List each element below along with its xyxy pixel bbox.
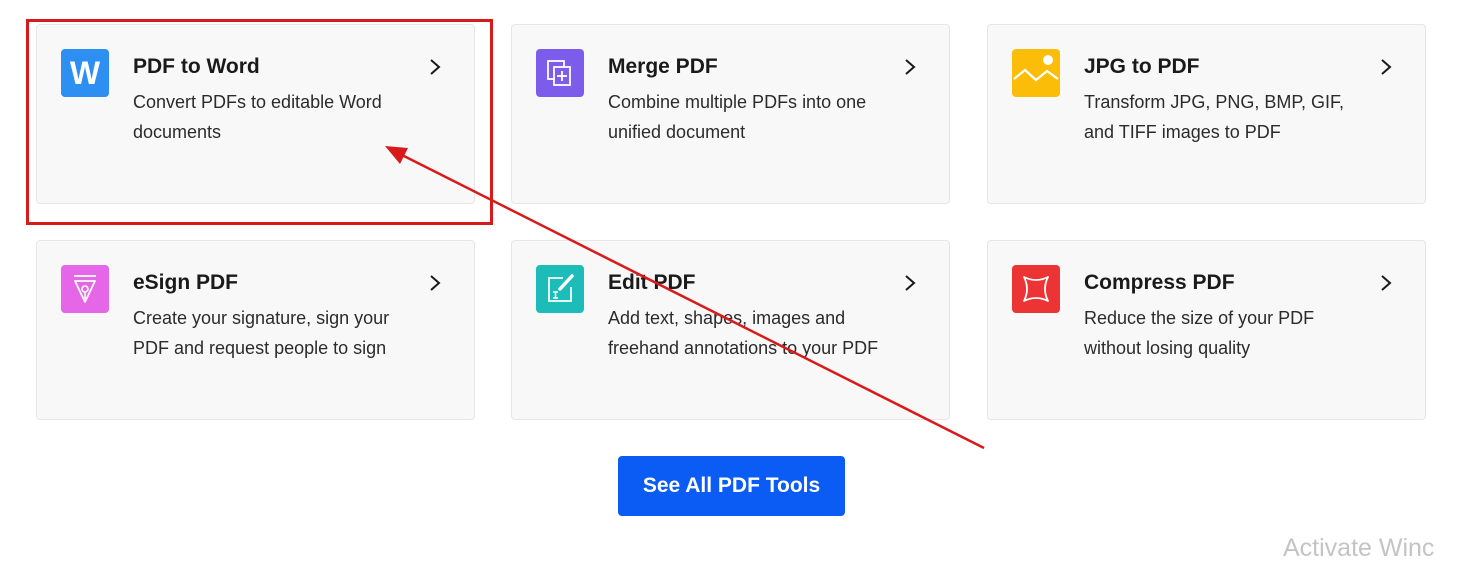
tool-card-esign-pdf[interactable]: eSign PDF Create your signature, sign yo… bbox=[36, 240, 475, 420]
tool-title: eSign PDF bbox=[133, 271, 239, 294]
tool-title: JPG to PDF bbox=[1084, 55, 1200, 78]
compress-icon bbox=[1012, 265, 1060, 313]
see-all-pdf-tools-button[interactable]: See All PDF Tools bbox=[618, 456, 845, 516]
tool-title: Edit PDF bbox=[608, 271, 696, 294]
tool-description: Create your signature, sign your PDF and… bbox=[133, 308, 390, 358]
tool-title: PDF to Word bbox=[133, 55, 260, 78]
image-icon bbox=[1012, 49, 1060, 97]
tool-description: Convert PDFs to editable Word documents bbox=[133, 92, 382, 142]
chevron-right-icon bbox=[905, 59, 916, 75]
merge-icon bbox=[536, 49, 584, 97]
tool-description: Transform JPG, PNG, BMP, GIF, and TIFF i… bbox=[1084, 92, 1345, 142]
chevron-right-icon bbox=[1381, 59, 1392, 75]
chevron-right-icon bbox=[905, 275, 916, 291]
tool-title: Merge PDF bbox=[608, 55, 718, 78]
edit-icon bbox=[536, 265, 584, 313]
tool-card-merge-pdf[interactable]: Merge PDF Combine multiple PDFs into one… bbox=[511, 24, 950, 204]
tool-title: Compress PDF bbox=[1084, 271, 1235, 294]
tool-card-pdf-to-word[interactable]: W PDF to Word Convert PDFs to editable W… bbox=[36, 24, 475, 204]
activate-windows-watermark: Activate Winc bbox=[1283, 534, 1435, 562]
chevron-right-icon bbox=[430, 275, 441, 291]
chevron-right-icon bbox=[430, 59, 441, 75]
chevron-right-icon bbox=[1381, 275, 1392, 291]
tool-description: Combine multiple PDFs into one unified d… bbox=[608, 92, 867, 142]
tool-card-edit-pdf[interactable]: Edit PDF Add text, shapes, images and fr… bbox=[511, 240, 950, 420]
svg-text:W: W bbox=[70, 55, 101, 91]
tool-description: Add text, shapes, images and freehand an… bbox=[608, 308, 879, 358]
word-icon: W bbox=[61, 49, 109, 97]
pen-nib-icon bbox=[61, 265, 109, 313]
tool-card-compress-pdf[interactable]: Compress PDF Reduce the size of your PDF… bbox=[987, 240, 1426, 420]
tool-description: Reduce the size of your PDF without losi… bbox=[1084, 308, 1315, 358]
tool-card-jpg-to-pdf[interactable]: JPG to PDF Transform JPG, PNG, BMP, GIF,… bbox=[987, 24, 1426, 204]
